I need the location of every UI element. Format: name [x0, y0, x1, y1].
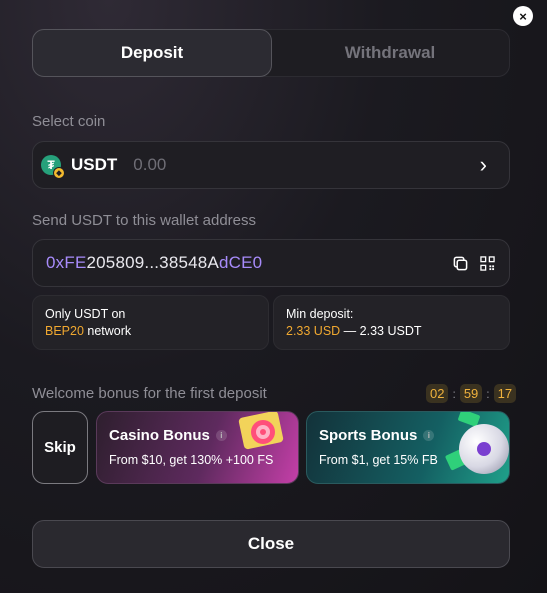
timer-hours: 02: [426, 384, 449, 403]
coin-name: USDT: [71, 155, 118, 174]
wallet-address-label: Send USDT to this wallet address: [32, 212, 256, 229]
network-name-line: BEP20 network: [45, 324, 132, 338]
casino-bonus-title: Casino Bonus i: [109, 427, 286, 444]
timer-minutes: 59: [459, 384, 483, 403]
network-info-card: Only USDT on BEP20 network: [32, 295, 269, 350]
info-icon[interactable]: i: [423, 430, 435, 441]
min-deposit-card: Min deposit: 2.33 USD — 2.33 USDT: [273, 295, 510, 350]
sports-bonus-title: Sports Bonus i: [319, 427, 497, 444]
bonus-countdown-timer: 02 : 59 : 17: [426, 384, 517, 403]
deposit-withdrawal-tabs: Deposit Withdrawal: [32, 29, 510, 77]
timer-seconds: 17: [493, 384, 517, 403]
wallet-address: 0xFE205809...38548AdCE0: [46, 253, 263, 272]
tab-withdrawal[interactable]: Withdrawal: [271, 30, 509, 76]
min-deposit-value: 2.33 USD — 2.33 USDT: [286, 324, 422, 338]
casino-bonus-desc: From $10, get 130% +100 FS: [109, 453, 274, 467]
skip-bonus-button[interactable]: Skip: [32, 411, 88, 484]
copy-icon[interactable]: [453, 256, 468, 271]
min-deposit-label: Min deposit:: [286, 307, 354, 321]
close-icon[interactable]: ×: [513, 6, 533, 26]
select-coin-label: Select coin: [32, 113, 106, 130]
coin-selector[interactable]: ₮ ◆ USDT 0.00 ›: [32, 141, 510, 189]
tether-icon: ₮ ◆: [41, 155, 65, 179]
sports-bonus-card[interactable]: Sports Bonus i From $1, get 15% FB: [306, 411, 510, 484]
info-icon[interactable]: i: [215, 430, 227, 441]
bnb-network-badge-icon: ◆: [53, 167, 65, 179]
close-button[interactable]: Close: [32, 520, 510, 568]
chevron-right-icon: ›: [479, 152, 487, 177]
casino-bonus-card[interactable]: Casino Bonus i From $10, get 130% +100 F…: [96, 411, 299, 484]
sports-bonus-desc: From $1, get 15% FB: [319, 453, 438, 467]
network-line: Only USDT on: [45, 307, 126, 321]
wallet-address-field: 0xFE205809...38548AdCE0: [32, 239, 510, 287]
qr-code-icon[interactable]: [480, 255, 495, 271]
coin-amount: 0.00: [133, 155, 167, 174]
tab-deposit[interactable]: Deposit: [32, 29, 272, 77]
welcome-bonus-label: Welcome bonus for the first deposit: [32, 385, 267, 402]
